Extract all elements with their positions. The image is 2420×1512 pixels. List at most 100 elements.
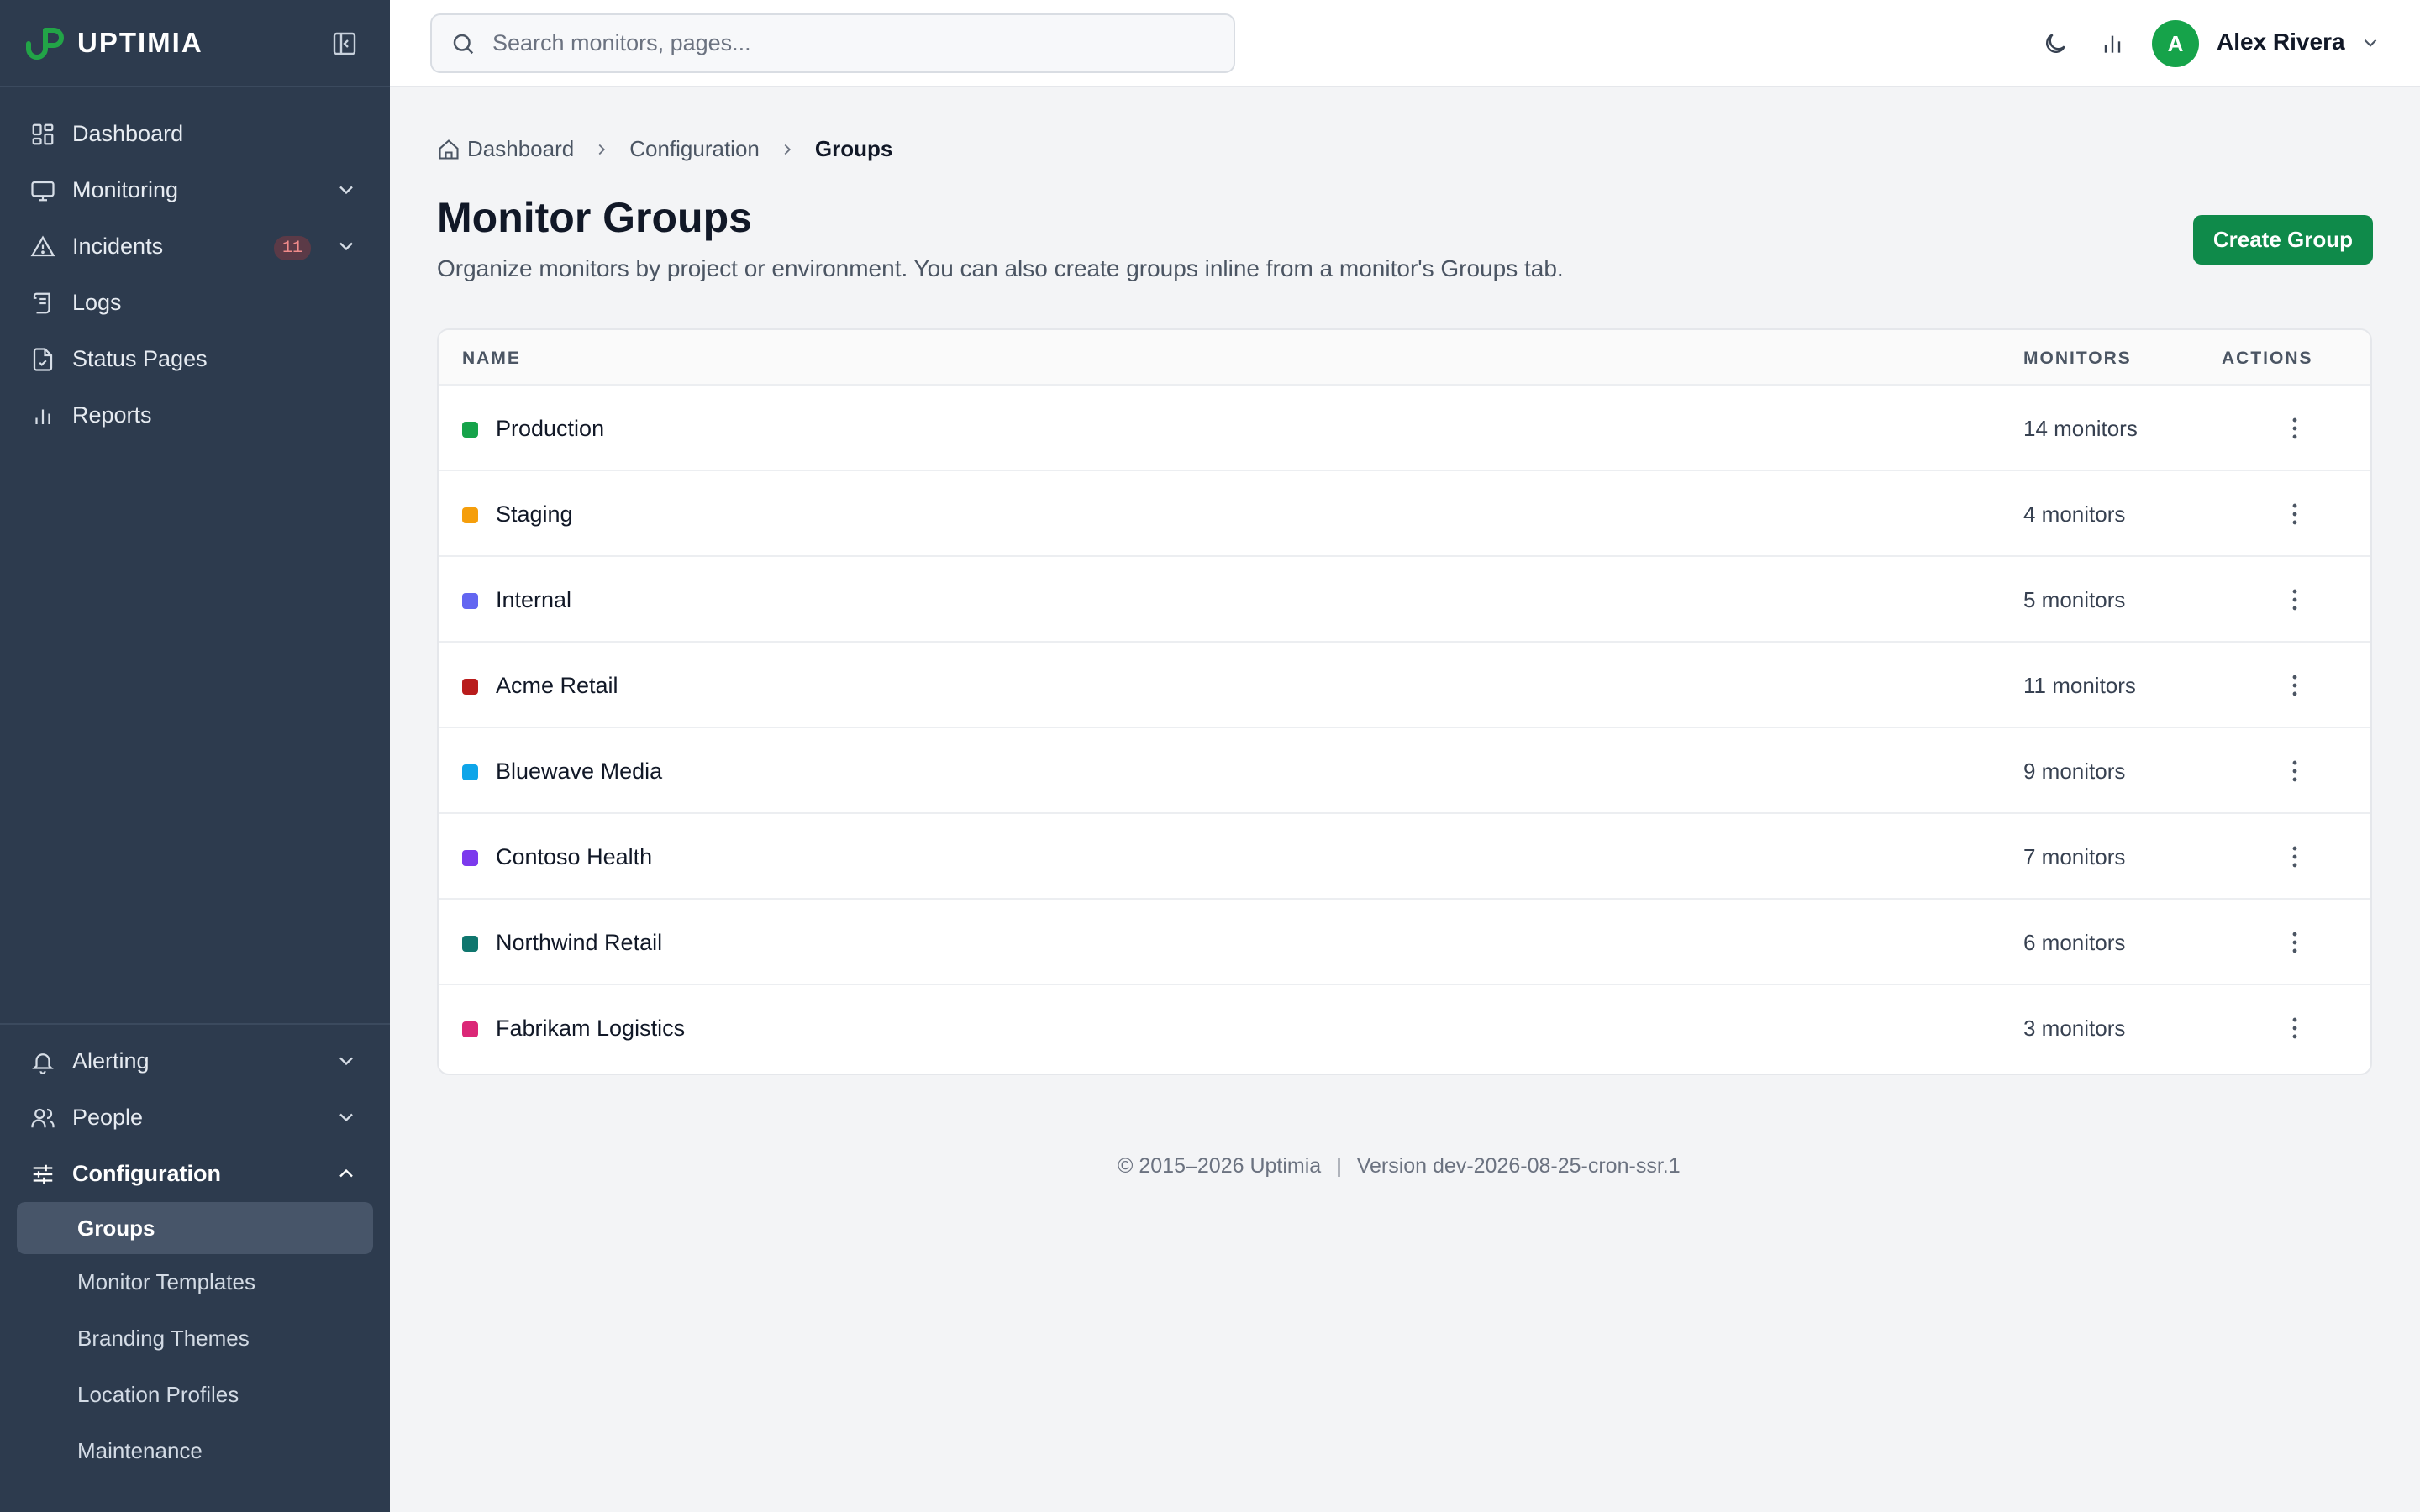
group-monitor-count: 6 monitors	[2023, 930, 2126, 955]
sidebar-item-incidents[interactable]: Incidents 11	[0, 218, 390, 275]
chevron-right-icon	[592, 140, 611, 159]
group-name[interactable]: Northwind Retail	[496, 930, 662, 956]
user-name[interactable]: Alex Rivera	[2217, 29, 2345, 55]
group-name[interactable]: Internal	[496, 587, 571, 613]
more-vertical-icon[interactable]	[2281, 928, 2309, 957]
home-icon[interactable]	[437, 138, 460, 161]
sidebar-item-people[interactable]: People	[0, 1089, 390, 1146]
page-title: Monitor Groups	[437, 194, 752, 241]
sliders-icon	[30, 1162, 55, 1187]
group-monitor-count: 11 monitors	[2023, 673, 2136, 698]
group-monitor-count: 3 monitors	[2023, 1016, 2126, 1041]
bar-chart-icon[interactable]	[2099, 30, 2126, 57]
sidebar-item-label: Monitoring	[72, 177, 179, 202]
table-row[interactable]: Acme Retail 11 monitors	[439, 643, 2370, 728]
group-name[interactable]: Acme Retail	[496, 673, 618, 699]
group-color-swatch	[462, 679, 478, 695]
group-monitor-count: 7 monitors	[2023, 844, 2126, 869]
sidebar-item-label: Alerting	[72, 1048, 150, 1074]
footer-version: Version dev-2026-08-25-cron-ssr.1	[1356, 1154, 1681, 1178]
chevron-down-icon[interactable]	[334, 1105, 358, 1129]
sidebar-item-label: Dashboard	[72, 121, 184, 146]
group-name[interactable]: Production	[496, 416, 604, 442]
sidebar-item-reports[interactable]: Reports	[0, 387, 390, 444]
sidebar-collapse-icon[interactable]	[331, 30, 358, 57]
scroll-icon	[30, 291, 55, 316]
group-monitor-count: 9 monitors	[2023, 759, 2126, 784]
table-row[interactable]: Production 14 monitors	[439, 386, 2370, 471]
group-color-swatch	[462, 507, 478, 523]
group-monitor-count: 5 monitors	[2023, 587, 2126, 612]
group-name[interactable]: Fabrikam Logistics	[496, 1016, 685, 1042]
more-vertical-icon[interactable]	[2281, 414, 2309, 443]
chevron-up-icon[interactable]	[334, 1162, 358, 1185]
table-row[interactable]: Staging 4 monitors	[439, 471, 2370, 557]
more-vertical-icon[interactable]	[2281, 671, 2309, 700]
search-input[interactable]	[492, 30, 1215, 56]
footer: © 2015–2026 Uptimia | Version dev-2026-0…	[1118, 1154, 1681, 1179]
sidebar-item-alerting[interactable]: Alerting	[0, 1033, 390, 1089]
more-vertical-icon[interactable]	[2281, 585, 2309, 614]
chevron-down-icon[interactable]	[334, 1049, 358, 1073]
group-color-swatch	[462, 593, 478, 609]
chevron-down-icon[interactable]	[334, 178, 358, 202]
breadcrumb-groups: Groups	[814, 136, 893, 161]
sidebar-subitem-monitor-templates[interactable]: Monitor Templates	[0, 1254, 390, 1310]
chevron-down-icon[interactable]	[2360, 32, 2381, 54]
chevron-right-icon	[778, 140, 797, 159]
group-name[interactable]: Staging	[496, 501, 573, 528]
avatar[interactable]: A	[2152, 20, 2199, 67]
sidebar-item-label: Logs	[72, 290, 122, 315]
group-color-swatch	[462, 764, 478, 780]
sidebar-item-configuration[interactable]: Configuration	[0, 1146, 390, 1202]
sidebar-subitem-maintenance[interactable]: Maintenance	[0, 1423, 390, 1479]
table-row[interactable]: Bluewave Media 9 monitors	[439, 728, 2370, 814]
table-row[interactable]: Internal 5 monitors	[439, 557, 2370, 643]
more-vertical-icon[interactable]	[2281, 843, 2309, 871]
footer-separator: |	[1336, 1154, 1342, 1178]
more-vertical-icon[interactable]	[2281, 500, 2309, 528]
table-row[interactable]: Contoso Health 7 monitors	[439, 814, 2370, 900]
sidebar-item-dashboard[interactable]: Dashboard	[0, 106, 390, 162]
column-header-actions: ACTIONS	[2222, 349, 2313, 368]
users-icon	[30, 1105, 55, 1131]
footer-copyright: © 2015–2026 Uptimia	[1118, 1154, 1322, 1178]
warning-icon	[30, 234, 55, 260]
group-monitor-count: 14 monitors	[2023, 416, 2138, 441]
table-row[interactable]: Fabrikam Logistics 3 monitors	[439, 985, 2370, 1071]
create-group-button[interactable]: Create Group	[2192, 215, 2373, 265]
sidebar-subitem-groups[interactable]: Groups	[17, 1202, 373, 1254]
dashboard-icon	[30, 122, 55, 147]
sidebar-nav-main: Dashboard Monitoring Incidents 11 Logs S…	[0, 106, 390, 444]
table-body: Production 14 monitors Staging 4 monitors In…	[439, 386, 2370, 1071]
more-vertical-icon[interactable]	[2281, 757, 2309, 785]
uptimia-logo-icon	[24, 24, 69, 62]
top-bar: A Alex Rivera	[390, 0, 2420, 87]
sidebar-subitem-branding-themes[interactable]: Branding Themes	[0, 1310, 390, 1367]
more-vertical-icon[interactable]	[2281, 1014, 2309, 1042]
search-box[interactable]	[430, 13, 1235, 73]
breadcrumb: Dashboard Configuration Groups	[437, 136, 892, 162]
table-header: NAME MONITORS ACTIONS	[439, 330, 2370, 386]
sidebar-item-label: Incidents	[72, 234, 164, 259]
sidebar-subitem-location-profiles[interactable]: Location Profiles	[0, 1367, 390, 1423]
moon-icon[interactable]	[2042, 30, 2069, 57]
table-row[interactable]: Northwind Retail 6 monitors	[439, 900, 2370, 985]
breadcrumb-dashboard[interactable]: Dashboard	[467, 136, 574, 162]
logo[interactable]: UPTIMIA	[24, 24, 203, 62]
group-name[interactable]: Bluewave Media	[496, 759, 662, 785]
group-color-swatch	[462, 850, 478, 866]
sidebar-item-label: Reports	[72, 402, 152, 428]
sidebar-item-status-pages[interactable]: Status Pages	[0, 331, 390, 387]
chevron-down-icon[interactable]	[334, 234, 358, 258]
breadcrumb-configuration[interactable]: Configuration	[629, 136, 760, 162]
page-description: Organize monitors by project or environm…	[437, 255, 1564, 281]
sidebar-item-label: People	[72, 1105, 144, 1130]
search-icon	[450, 31, 476, 56]
group-monitor-count: 4 monitors	[2023, 501, 2126, 527]
incidents-count-badge: 11	[273, 236, 311, 260]
sidebar-header: UPTIMIA	[0, 0, 390, 87]
group-name[interactable]: Contoso Health	[496, 844, 652, 870]
sidebar-item-monitoring[interactable]: Monitoring	[0, 162, 390, 218]
sidebar-item-logs[interactable]: Logs	[0, 275, 390, 331]
